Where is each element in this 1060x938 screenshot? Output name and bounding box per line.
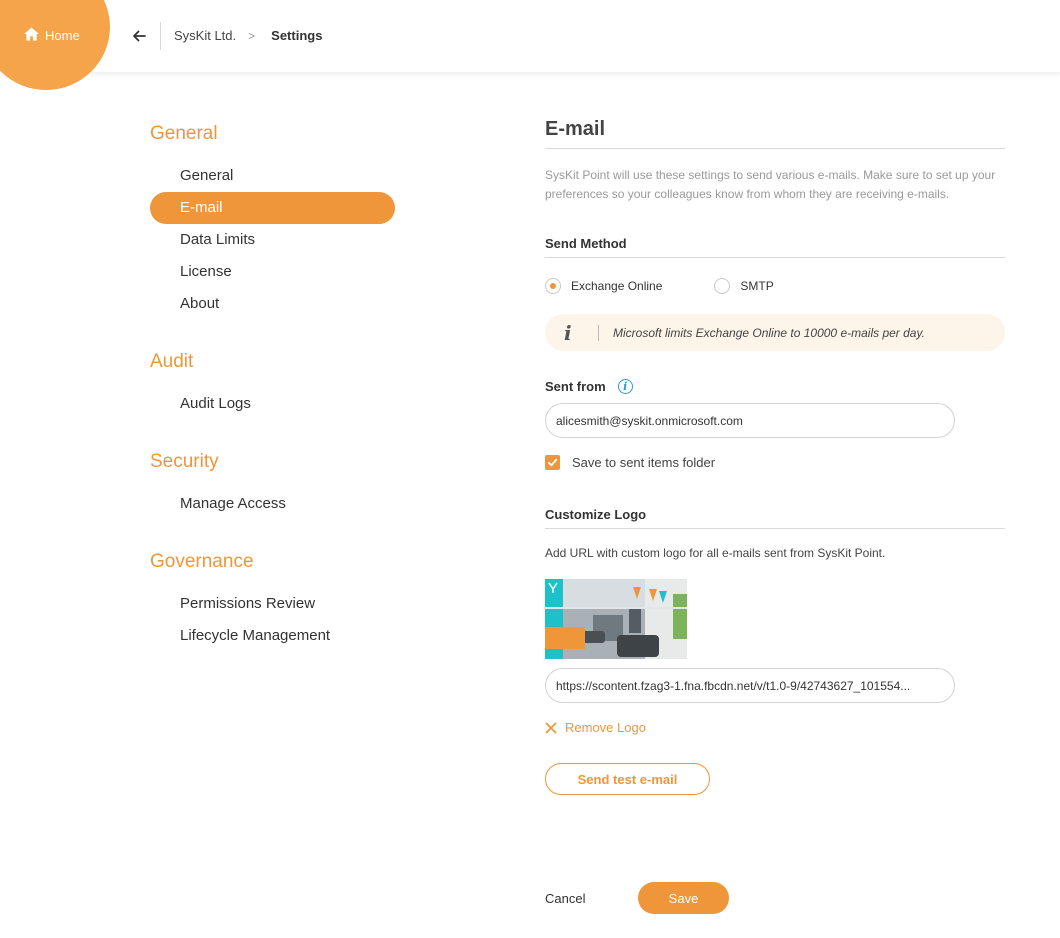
remove-logo-button[interactable]: Remove Logo bbox=[545, 720, 1005, 735]
sent-from-input[interactable]: alicesmith@syskit.onmicrosoft.com bbox=[545, 403, 955, 438]
back-arrow-icon[interactable] bbox=[130, 27, 148, 45]
settings-sidebar: General General E-mail Data Limits Licen… bbox=[150, 120, 400, 680]
logo-preview-image bbox=[545, 579, 687, 659]
notice-text: Microsoft limits Exchange Online to 1000… bbox=[613, 325, 925, 340]
sent-from-info-icon[interactable]: i bbox=[617, 379, 633, 394]
nav-group-title: Audit bbox=[150, 351, 194, 372]
radio-selected-icon bbox=[545, 278, 561, 294]
save-button[interactable]: Save bbox=[638, 882, 729, 914]
sidebar-item-manage-access[interactable]: Manage Access bbox=[150, 488, 395, 520]
sidebar-item-lifecycle-management[interactable]: Lifecycle Management bbox=[150, 620, 395, 652]
sidebar-item-about[interactable]: About bbox=[150, 288, 395, 320]
home-label: Home bbox=[45, 28, 80, 43]
nav-group-title: Governance bbox=[150, 551, 254, 572]
page-title: E-mail bbox=[545, 118, 606, 140]
nav-group-general: General General E-mail Data Limits Licen… bbox=[150, 120, 400, 320]
send-test-email-button[interactable]: Send test e-mail bbox=[545, 763, 710, 795]
sidebar-item-license[interactable]: License bbox=[150, 256, 395, 288]
radio-smtp[interactable]: SMTP bbox=[714, 278, 774, 294]
radio-unselected-icon bbox=[714, 278, 731, 294]
sent-from-label-row: Sent from i bbox=[545, 379, 1005, 394]
radio-label: SMTP bbox=[740, 279, 774, 293]
nav-group-title: General bbox=[150, 123, 218, 144]
sidebar-item-audit-logs[interactable]: Audit Logs bbox=[150, 388, 395, 420]
home-circle-background bbox=[0, 0, 110, 90]
customize-logo-title: Customize Logo bbox=[545, 507, 647, 522]
remove-logo-label: Remove Logo bbox=[565, 720, 646, 735]
breadcrumb: SysKit Ltd. > Settings bbox=[174, 28, 322, 43]
send-method-options: Exchange Online SMTP bbox=[545, 277, 1005, 295]
breadcrumb-current-page: Settings bbox=[271, 28, 323, 43]
sidebar-item-permissions-review[interactable]: Permissions Review bbox=[150, 588, 395, 620]
divider bbox=[545, 148, 1005, 149]
divider bbox=[545, 257, 1005, 258]
sidebar-item-general[interactable]: General bbox=[150, 160, 395, 192]
cancel-button[interactable]: Cancel bbox=[545, 891, 638, 906]
home-icon bbox=[24, 27, 39, 44]
nav-group-governance: Governance Permissions Review Lifecycle … bbox=[150, 548, 400, 652]
notice-divider bbox=[598, 324, 599, 341]
page-description: SysKit Point will use these settings to … bbox=[545, 168, 996, 201]
form-actions: Cancel Save bbox=[545, 882, 729, 914]
nav-group-security: Security Manage Access bbox=[150, 448, 400, 520]
home-button[interactable]: Home bbox=[24, 27, 80, 44]
nav-group-title: Security bbox=[150, 451, 219, 472]
radio-exchange-online[interactable]: Exchange Online bbox=[545, 278, 662, 294]
logo-url-input[interactable]: https://scontent.fzag3-1.fna.fbcdn.net/v… bbox=[545, 668, 955, 703]
send-method-title: Send Method bbox=[545, 236, 627, 251]
close-icon bbox=[545, 722, 557, 733]
top-bar bbox=[0, 0, 1060, 72]
checkmark-icon bbox=[547, 458, 558, 467]
breadcrumb-organization[interactable]: SysKit Ltd. bbox=[174, 28, 236, 43]
save-to-sent-checkbox-row[interactable]: Save to sent items folder bbox=[545, 455, 1005, 470]
sidebar-item-data-limits[interactable]: Data Limits bbox=[150, 224, 395, 256]
breadcrumb-chevron-icon: > bbox=[248, 28, 256, 43]
save-to-sent-label: Save to sent items folder bbox=[572, 455, 716, 470]
header-divider bbox=[160, 22, 161, 50]
save-to-sent-checkbox[interactable] bbox=[545, 455, 560, 470]
radio-label: Exchange Online bbox=[571, 279, 663, 293]
exchange-limit-notice: i Microsoft limits Exchange Online to 10… bbox=[545, 314, 1005, 351]
sent-from-label: Sent from bbox=[545, 379, 606, 394]
sidebar-item-email[interactable]: E-mail bbox=[150, 192, 395, 224]
info-icon: i bbox=[564, 320, 572, 345]
divider bbox=[545, 528, 1005, 529]
customize-logo-description: Add URL with custom logo for all e-mails… bbox=[545, 546, 886, 560]
nav-group-audit: Audit Audit Logs bbox=[150, 348, 400, 420]
email-settings-panel: E-mail SysKit Point will use these setti… bbox=[545, 118, 1005, 795]
